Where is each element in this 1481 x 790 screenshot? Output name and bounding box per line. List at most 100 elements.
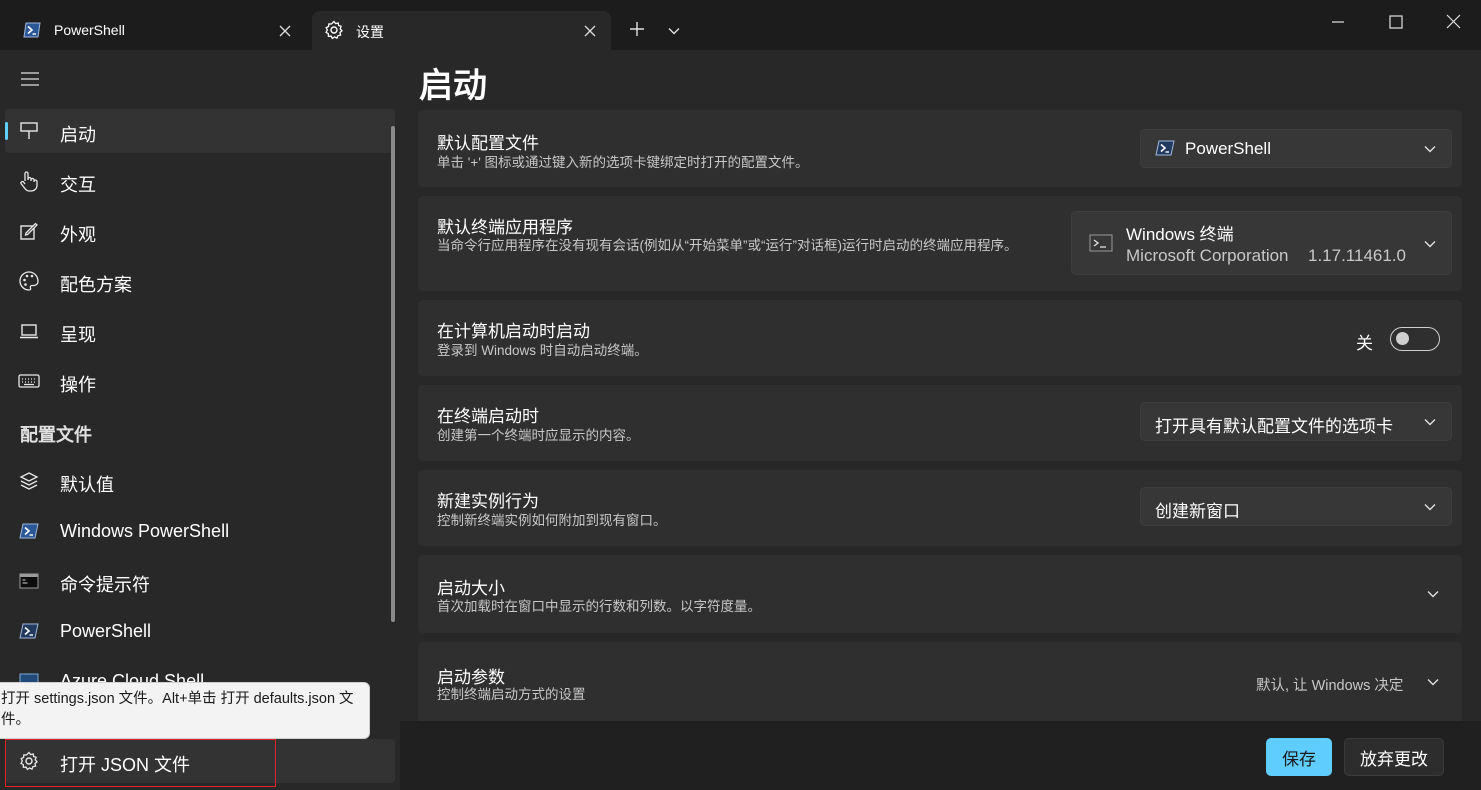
setting-title: 在计算机启动时启动 (437, 322, 590, 341)
chevron-down-icon[interactable] (1425, 674, 1441, 690)
appearance-edit-icon (17, 220, 41, 242)
terminal-app-name: Windows 终端 (1126, 225, 1234, 244)
launch-on-startup-toggle[interactable] (1390, 327, 1440, 351)
minimize-button[interactable] (1320, 8, 1356, 40)
on-start-dropdown[interactable]: 打开具有默认配置文件的选项卡 (1140, 402, 1452, 441)
launch-parameters-value: 默认, 让 Windows 决定 (1256, 678, 1404, 694)
hamburger-icon (21, 71, 39, 91)
open-json-label: 打开 JSON 文件 (60, 755, 191, 775)
setting-description: 当命令行应用程序在没有现有会话(例如从“开始菜单”或“运行”对话框)运行时启动的… (437, 238, 1018, 253)
close-icon[interactable] (274, 20, 296, 42)
setting-description: 创建第一个终端时应显示的内容。 (437, 428, 640, 443)
close-icon[interactable] (579, 20, 601, 42)
sidebar-item-label: 默认值 (60, 475, 114, 495)
new-tab-button[interactable] (622, 16, 652, 46)
tooltip: 打开 settings.json 文件。Alt+单击 打开 defaults.j… (0, 682, 370, 739)
sidebar-item-windows-powershell[interactable]: Windows PowerShell (5, 509, 395, 553)
hamburger-menu-button[interactable] (15, 66, 45, 96)
discard-changes-button[interactable]: 放弃更改 (1344, 738, 1444, 776)
plus-icon (628, 20, 646, 43)
sidebar-item-label: PowerShell (60, 621, 152, 641)
sidebar-item-actions[interactable]: 操作 (5, 359, 395, 403)
sidebar-scrollbar[interactable] (391, 126, 395, 622)
default-terminal-dropdown[interactable]: Windows 终端 Microsoft Corporation 1.17.11… (1071, 211, 1452, 275)
setting-description: 登录到 Windows 时自动启动终端。 (437, 343, 648, 358)
monitor-icon (17, 320, 41, 342)
hand-pointer-icon (17, 170, 41, 192)
tab-settings[interactable]: 设置 (312, 11, 611, 50)
sidebar-item-appearance[interactable]: 外观 (5, 209, 395, 253)
setting-title: 新建实例行为 (437, 492, 539, 511)
window-close-button[interactable] (1435, 8, 1471, 40)
toggle-state-label: 关 (1356, 334, 1373, 353)
setting-description: 首次加载时在窗口中显示的行数和列数。以字符度量。 (437, 599, 761, 614)
setting-new-instance-behavior: 新建实例行为 控制新终端实例如何附加到现有窗口。 创建新窗口 (418, 470, 1462, 546)
keyboard-icon (17, 370, 41, 392)
setting-launch-on-startup: 在计算机启动时启动 登录到 Windows 时自动启动终端。 关 (418, 300, 1462, 376)
palette-icon (17, 270, 41, 292)
title-bar: PowerShell 设置 (0, 0, 1481, 50)
sidebar-item-label: Windows PowerShell (60, 521, 230, 541)
gear-icon (17, 750, 41, 772)
setting-title: 默认配置文件 (437, 134, 539, 153)
save-button[interactable]: 保存 (1266, 738, 1332, 776)
sidebar-item-rendering[interactable]: 呈现 (5, 309, 395, 353)
sidebar-item-label: 操作 (60, 375, 96, 395)
open-json-file-button[interactable]: 打开 JSON 文件 (5, 739, 395, 783)
sidebar-item-powershell[interactable]: PowerShell (5, 609, 395, 653)
chevron-down-icon (1423, 415, 1437, 429)
sidebar-item-label: 命令提示符 (60, 575, 150, 595)
setting-default-profile: 默认配置文件 单击 '+' 图标或通过键入新的选项卡键绑定时打开的配置文件。 P… (418, 110, 1462, 187)
powershell-icon (17, 620, 41, 642)
chevron-down-icon (1423, 142, 1437, 156)
gear-icon (324, 20, 344, 40)
setting-description: 控制终端启动方式的设置 (437, 687, 586, 702)
new-instance-dropdown[interactable]: 创建新窗口 (1140, 487, 1452, 526)
tab-label: 设置 (356, 24, 384, 40)
setting-title: 启动大小 (437, 579, 505, 598)
setting-description: 控制新终端实例如何附加到现有窗口。 (437, 513, 667, 528)
dropdown-value: PowerShell (1185, 139, 1271, 158)
terminal-app-publisher: Microsoft Corporation (1126, 246, 1289, 265)
profiles-header: 配置文件 (20, 425, 92, 445)
powershell-icon (22, 20, 42, 40)
setting-default-terminal-app: 默认终端应用程序 当命令行应用程序在没有现有会话(例如从“开始菜单”或“运行”对… (418, 196, 1462, 291)
sidebar-item-label: 配色方案 (60, 275, 132, 295)
sidebar-item-interaction[interactable]: 交互 (5, 159, 395, 203)
chevron-down-icon (1423, 237, 1437, 251)
sidebar-item-label: 呈现 (60, 325, 96, 345)
terminal-icon (1089, 233, 1113, 258)
sidebar-item-label: 启动 (60, 125, 96, 145)
tab-dropdown-button[interactable] (660, 16, 688, 46)
chevron-down-icon[interactable] (1425, 586, 1441, 602)
powershell-icon (1155, 140, 1175, 161)
cmd-icon (17, 570, 41, 592)
close-icon (1446, 14, 1461, 34)
sidebar-item-startup[interactable]: 启动 (5, 109, 395, 153)
setting-title: 在终端启动时 (437, 407, 539, 426)
startup-icon (17, 120, 41, 142)
layers-icon (17, 470, 41, 492)
maximize-icon (1389, 14, 1403, 34)
powershell-icon (17, 520, 41, 542)
sidebar-item-command-prompt[interactable]: 命令提示符 (5, 559, 395, 603)
setting-launch-size[interactable]: 启动大小 首次加载时在窗口中显示的行数和列数。以字符度量。 (418, 555, 1462, 633)
setting-launch-parameters[interactable]: 启动参数 控制终端启动方式的设置 默认, 让 Windows 决定 (418, 642, 1462, 732)
dropdown-value: 打开具有默认配置文件的选项卡 (1155, 417, 1393, 436)
default-profile-dropdown[interactable]: PowerShell (1140, 129, 1452, 168)
tab-powershell[interactable]: PowerShell (10, 11, 306, 50)
setting-on-terminal-start: 在终端启动时 创建第一个终端时应显示的内容。 打开具有默认配置文件的选项卡 (418, 385, 1462, 461)
tab-label: PowerShell (54, 22, 125, 38)
setting-description: 单击 '+' 图标或通过键入新的选项卡键绑定时打开的配置文件。 (437, 155, 809, 170)
chevron-down-icon (1423, 500, 1437, 514)
sidebar-item-color-schemes[interactable]: 配色方案 (5, 259, 395, 303)
sidebar-item-label: 外观 (60, 225, 96, 245)
dropdown-value: 创建新窗口 (1155, 502, 1240, 521)
sidebar-item-defaults[interactable]: 默认值 (5, 459, 395, 503)
chevron-down-icon (668, 22, 680, 40)
setting-title: 默认终端应用程序 (437, 218, 573, 237)
page-title: 启动 (419, 67, 487, 105)
maximize-button[interactable] (1378, 8, 1414, 40)
toggle-knob (1396, 332, 1409, 345)
minimize-icon (1331, 15, 1345, 34)
